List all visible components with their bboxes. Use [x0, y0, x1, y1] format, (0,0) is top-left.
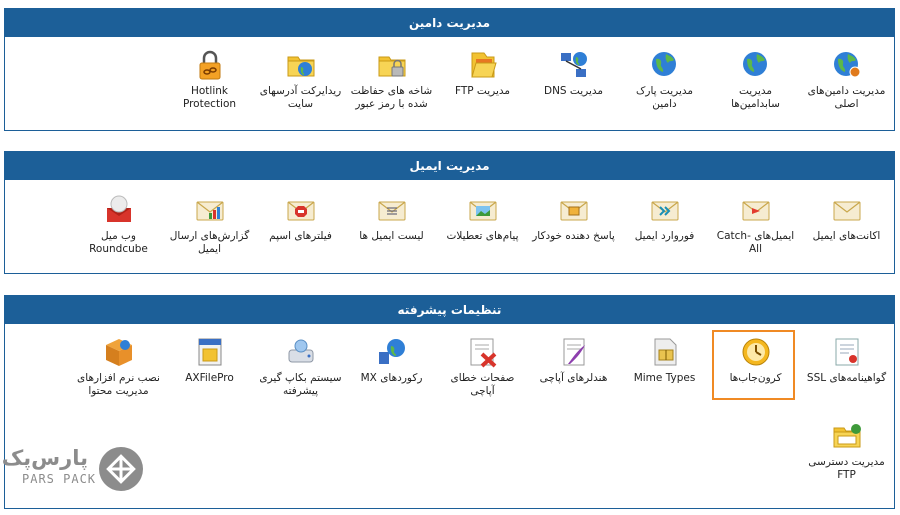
folder-globe-icon [285, 49, 317, 81]
envelope-landscape-icon [467, 194, 499, 226]
domain-item-globe[interactable]: مدیریت پارک دامین [621, 49, 708, 111]
advanced-item-label: AXFilePro [185, 372, 234, 384]
domain-panel-title: مدیریت دامین [5, 9, 894, 37]
network-globe-icon [558, 49, 590, 81]
logo-text-fa: پارس‌پک [1, 446, 88, 470]
error-page-icon [467, 336, 499, 368]
domain-item-globe[interactable]: مدیریت سابدامین‌ها [712, 49, 799, 111]
email-item-label: ایمیل‌های Catch-All [716, 230, 795, 255]
ftp-folder-icon [831, 420, 863, 452]
domain-item-folder-globe[interactable]: ریدایرکت آدرسهای سایت [257, 49, 344, 111]
email-item-envelope-landscape[interactable]: پیام‌های تعطیلات [439, 194, 526, 256]
envelope-forward-icon [649, 194, 681, 226]
mx-globe-icon [376, 336, 408, 368]
globe-icon [740, 49, 772, 81]
email-item-label: فوروارد ایمیل [634, 230, 695, 242]
email-item-envelope-chart[interactable]: گزارش‌های ارسال ایمیل [166, 194, 253, 256]
envelope-icon [831, 194, 863, 226]
advanced-item-backup-disk[interactable]: سیستم بکاپ گیری پیشرفته [257, 336, 344, 398]
email-panel: مدیریت ایمیل اکانت‌های ایمیل ایمیل‌های Ca… [4, 151, 895, 274]
advanced-item-label: Mime Types [633, 372, 696, 384]
domain-item-label: ریدایرکت آدرسهای سایت [259, 85, 342, 110]
email-item-label: پیام‌های تعطیلات [446, 230, 519, 242]
domain-item-label: مدیریت DNS [543, 85, 604, 97]
domain-item-globe-gear[interactable]: مدیریت دامین‌های اصلی [803, 49, 890, 111]
domain-item-label: Hotlink Protection [182, 85, 237, 110]
email-item-label: فیلترهای اسپم [269, 230, 332, 242]
backup-disk-icon [285, 336, 317, 368]
padlock-link-icon [194, 49, 226, 81]
advanced-item-package[interactable]: نصب نرم افزارهای مدیریت محتوا [75, 336, 162, 398]
email-item-envelope-forward[interactable]: فوروارد ایمیل [621, 194, 708, 256]
envelope-list-icon [376, 194, 408, 226]
domain-item-folder-lock[interactable]: شاخه های حفاظت شده با رمز عبور [348, 49, 435, 111]
email-item-envelope-stop[interactable]: فیلترهای اسپم [257, 194, 344, 256]
document-feather-icon [558, 336, 590, 368]
advanced-item-certificate[interactable]: گواهینامه‌های SSL [803, 336, 890, 398]
globe-gear-icon [831, 49, 863, 81]
cronjobs-highlight [712, 330, 795, 400]
domain-item-folder[interactable]: مدیریت FTP [439, 49, 526, 111]
certificate-icon [831, 336, 863, 368]
envelope-stop-icon [285, 194, 317, 226]
domain-item-network-globe[interactable]: مدیریت DNS [530, 49, 617, 111]
logo-mark-icon [99, 447, 143, 491]
email-item-label: پاسخ دهنده خودکار [532, 230, 615, 242]
email-item-envelope[interactable]: اکانت‌های ایمیل [803, 194, 890, 256]
advanced-item-label: رکوردهای MX [360, 372, 423, 384]
domain-panel: مدیریت دامین مدیریت دامین‌های اصلی مدیریت… [4, 8, 895, 131]
advanced-item-file-manager[interactable]: AXFilePro [166, 336, 253, 398]
advanced-item-label: نصب نرم افزارهای مدیریت محتوا [77, 372, 160, 397]
advanced-item-ftp-folder[interactable]: مدیریت دسترسی FTP [803, 420, 890, 482]
advanced-item-label: صفحات خطای آپاچی [450, 372, 515, 397]
advanced-item-zip-file[interactable]: Mime Types [621, 336, 708, 398]
email-item-envelope-list[interactable]: لیست ایمیل ها [348, 194, 435, 256]
email-grid: اکانت‌های ایمیل ایمیل‌های Catch-All فوروار… [5, 180, 894, 256]
parspack-logo: پارس‌پک PARS PACK [1, 446, 148, 491]
package-icon [103, 336, 135, 368]
domain-item-padlock-link[interactable]: Hotlink Protection [166, 49, 253, 111]
file-manager-icon [194, 336, 226, 368]
advanced-item-document-feather[interactable]: هندلرهای آپاچی [530, 336, 617, 398]
folder-lock-icon [376, 49, 408, 81]
domain-grid: مدیریت دامین‌های اصلی مدیریت سابدامین‌ها م… [5, 37, 894, 111]
advanced-item-label: مدیریت دسترسی FTP [808, 456, 885, 481]
email-item-label: اکانت‌های ایمیل [812, 230, 881, 242]
advanced-item-label: گواهینامه‌های SSL [806, 372, 887, 384]
envelope-reply-icon [558, 194, 590, 226]
advanced-item-mx-globe[interactable]: رکوردهای MX [348, 336, 435, 398]
email-panel-title: مدیریت ایمیل [5, 152, 894, 180]
zip-file-icon [649, 336, 681, 368]
email-item-label: گزارش‌های ارسال ایمیل [169, 230, 250, 255]
domain-item-label: مدیریت دامین‌های اصلی [807, 85, 886, 110]
logo-text-en: PARS PACK [22, 472, 97, 486]
domain-item-label: مدیریت سابدامین‌ها [731, 85, 780, 110]
webmail-icon [103, 194, 135, 226]
email-item-envelope-reply[interactable]: پاسخ دهنده خودکار [530, 194, 617, 256]
email-item-webmail[interactable]: وب میل Roundcube [75, 194, 162, 256]
advanced-panel-title: تنظیمات پیشرفته [5, 296, 894, 324]
advanced-item-label: سیستم بکاپ گیری پیشرفته [259, 372, 342, 397]
advanced-item-error-page[interactable]: صفحات خطای آپاچی [439, 336, 526, 398]
email-item-label: لیست ایمیل ها [359, 230, 424, 242]
domain-item-label: شاخه های حفاظت شده با رمز عبور [350, 85, 433, 110]
domain-item-label: مدیریت پارک دامین [635, 85, 693, 110]
envelope-chart-icon [194, 194, 226, 226]
folder-icon [467, 49, 499, 81]
envelope-arrow-icon [740, 194, 772, 226]
advanced-item-label: هندلرهای آپاچی [539, 372, 608, 384]
globe-icon [649, 49, 681, 81]
email-item-label: وب میل Roundcube [89, 230, 148, 255]
email-item-envelope-arrow[interactable]: ایمیل‌های Catch-All [712, 194, 799, 256]
domain-item-label: مدیریت FTP [454, 85, 511, 97]
